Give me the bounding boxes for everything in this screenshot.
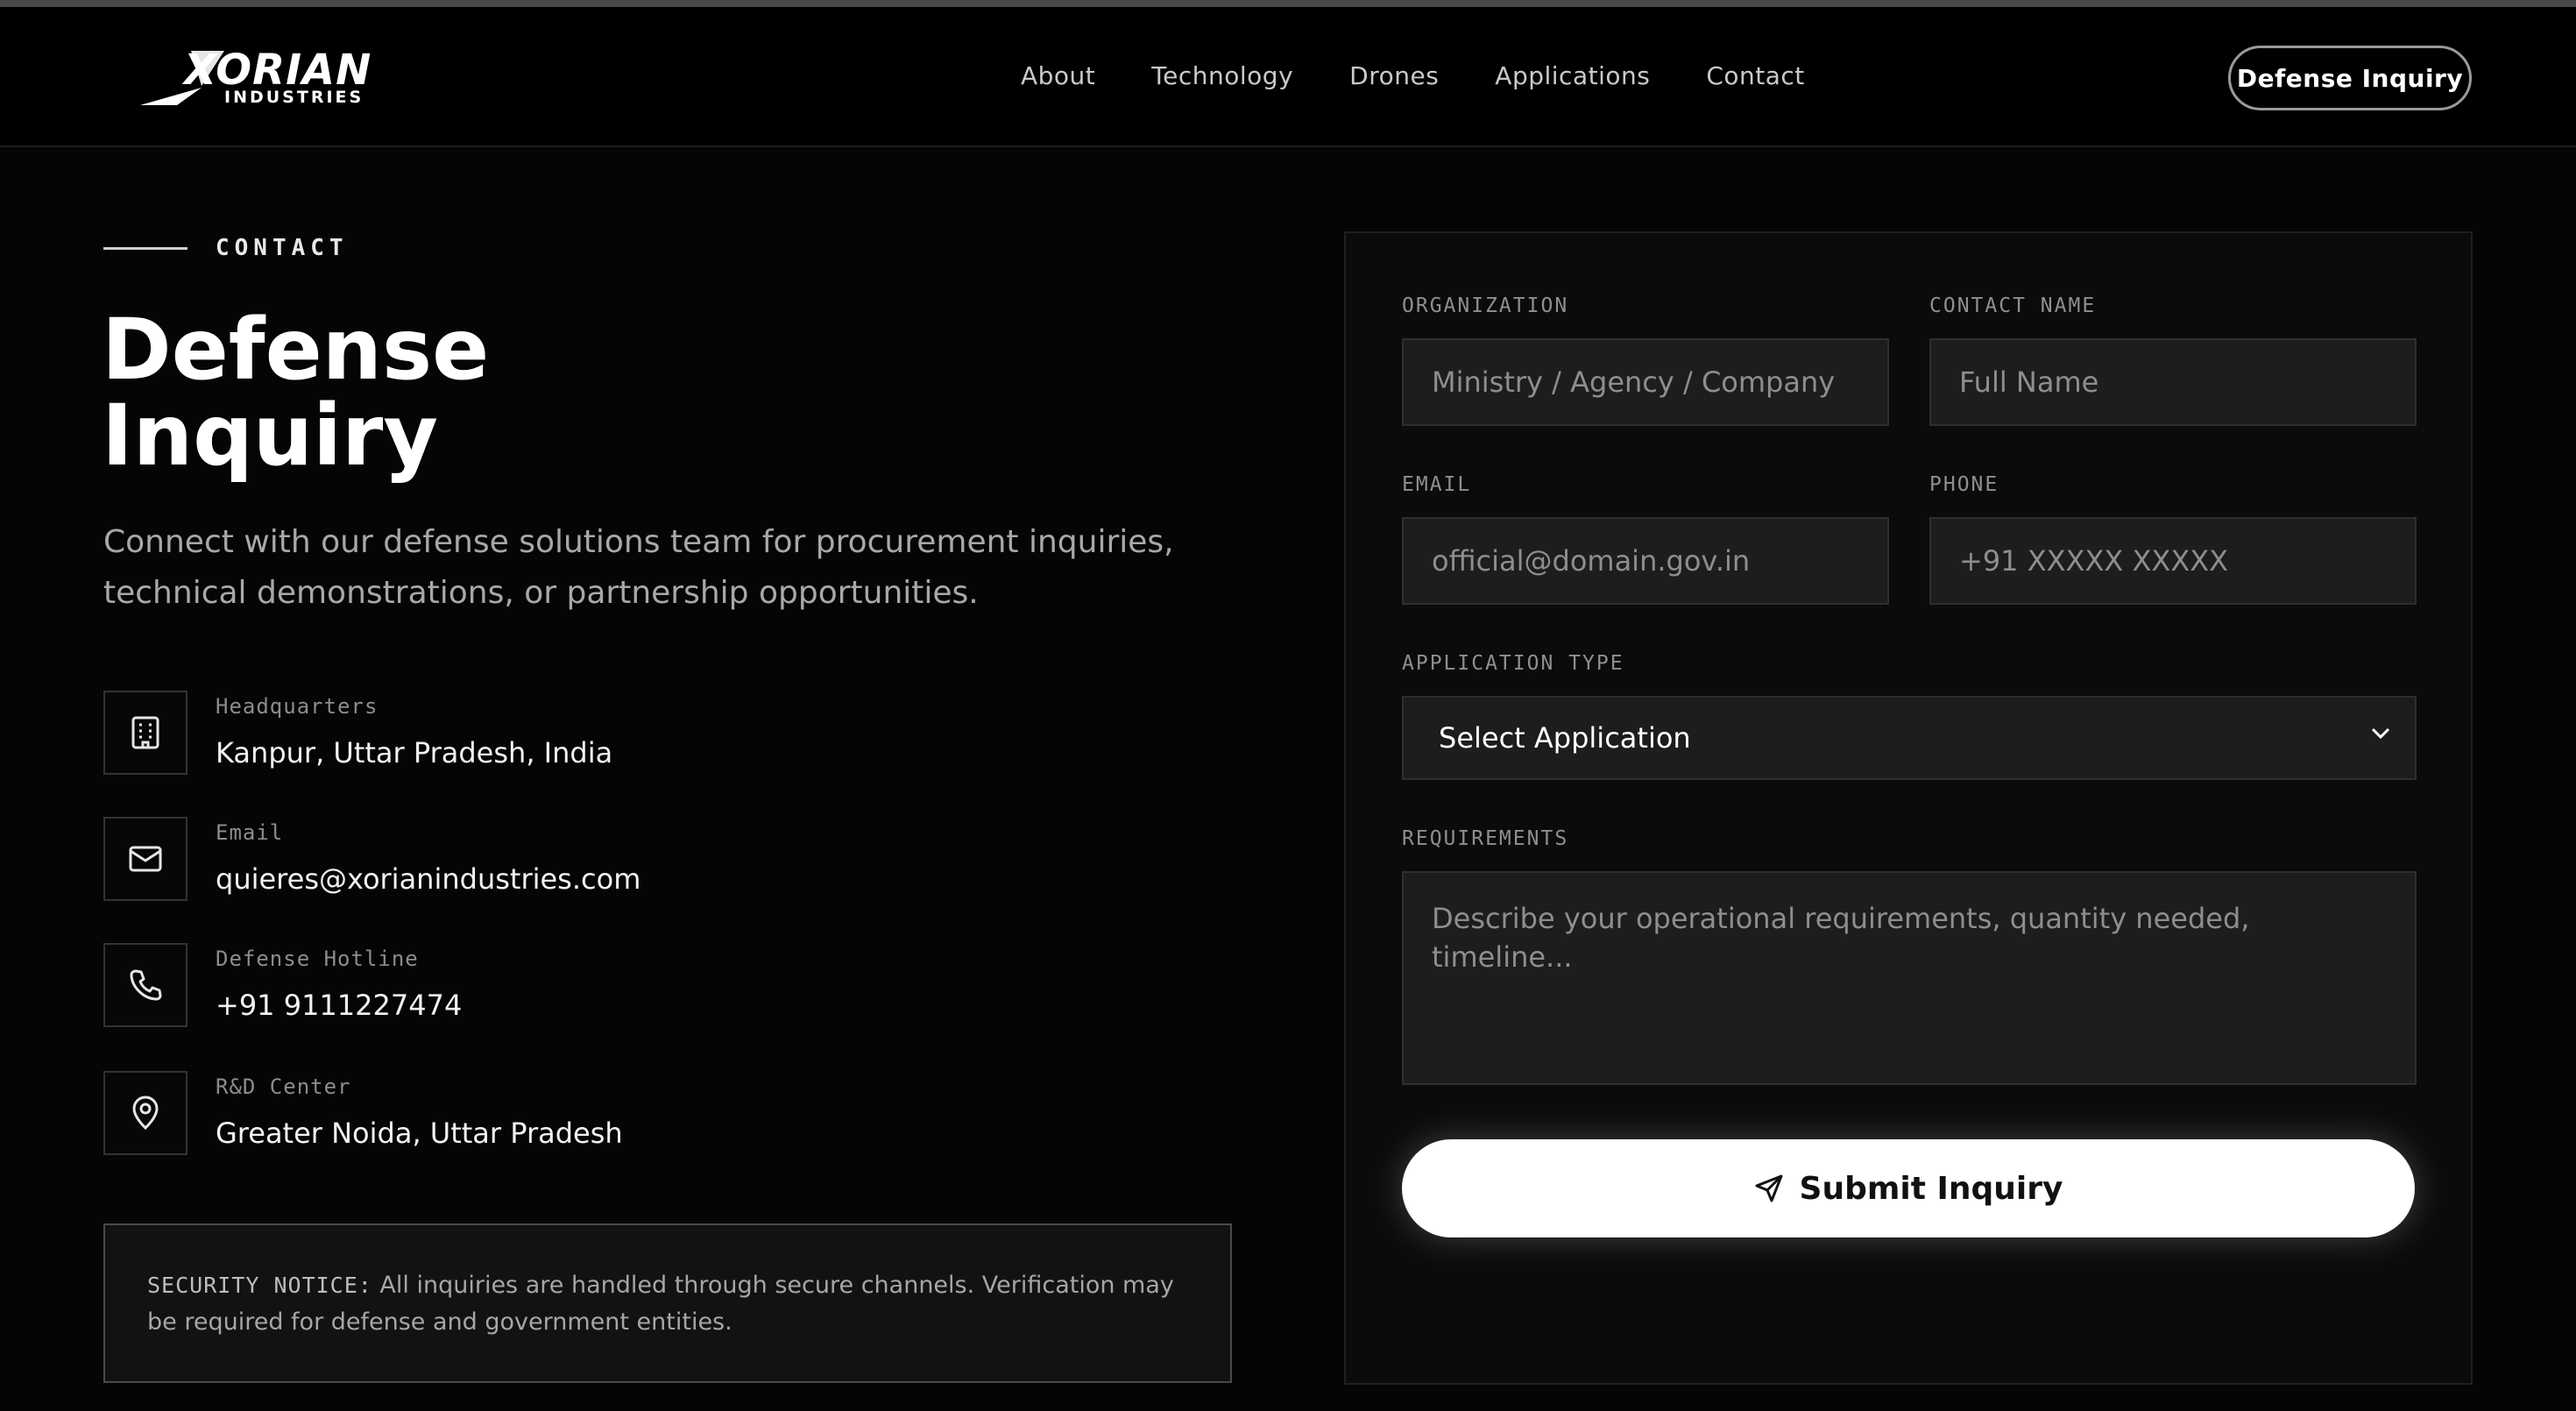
page-title-line-2: Inquiry bbox=[102, 386, 438, 485]
nav-link-contact[interactable]: Contact bbox=[1706, 61, 1804, 90]
map-pin-icon bbox=[103, 1071, 188, 1155]
application-type-select[interactable]: Select Application bbox=[1402, 696, 2417, 780]
info-value-rnd-center: Greater Noida, Uttar Pradesh bbox=[216, 1117, 623, 1150]
info-hotline: Defense Hotline +91 9111227474 bbox=[103, 943, 892, 1029]
email-label: EMAIL bbox=[1402, 473, 1472, 496]
requirements-label: REQUIREMENTS bbox=[1402, 827, 1569, 850]
xorian-logo[interactable]: XORIAN INDUSTRIES bbox=[140, 42, 386, 112]
top-navigation: XORIAN INDUSTRIES About Technology Drone… bbox=[0, 7, 2576, 147]
send-icon bbox=[1754, 1173, 1784, 1203]
page-description: Connect with our defense solutions team … bbox=[103, 524, 1174, 611]
organization-label: ORGANIZATION bbox=[1402, 294, 1569, 317]
eyebrow-label: CONTACT bbox=[216, 235, 349, 261]
phone-input[interactable] bbox=[1929, 517, 2417, 605]
application-type-label: APPLICATION TYPE bbox=[1402, 652, 1624, 675]
requirements-textarea[interactable] bbox=[1402, 871, 2417, 1085]
info-email: Email quieres@xorianindustries.com bbox=[103, 817, 892, 903]
chevron-down-icon bbox=[2371, 727, 2390, 740]
inquiry-form: ORGANIZATION CONTACT NAME EMAIL PHONE AP… bbox=[1344, 231, 2473, 1385]
phone-icon bbox=[103, 943, 188, 1027]
logo-subtitle: INDUSTRIES bbox=[224, 88, 364, 107]
info-label-headquarters: Headquarters bbox=[216, 694, 379, 719]
nav-link-about[interactable]: About bbox=[1021, 61, 1095, 90]
nav-link-drones[interactable]: Drones bbox=[1349, 61, 1439, 90]
info-value-email[interactable]: quieres@xorianindustries.com bbox=[216, 862, 640, 896]
email-input[interactable] bbox=[1402, 517, 1889, 605]
building-icon bbox=[103, 691, 188, 775]
info-label-email: Email bbox=[216, 820, 284, 845]
info-value-hotline[interactable]: +91 9111227474 bbox=[216, 989, 462, 1022]
submit-inquiry-button[interactable]: Submit Inquiry bbox=[1402, 1139, 2415, 1237]
mail-icon bbox=[103, 817, 188, 901]
security-notice: SECURITY NOTICE: All inquiries are handl… bbox=[103, 1223, 1232, 1383]
security-notice-tag: SECURITY NOTICE: bbox=[147, 1273, 372, 1298]
application-type-selected-value: Select Application bbox=[1439, 721, 1691, 755]
organization-input[interactable] bbox=[1402, 338, 1889, 426]
page-title: Defense Inquiry bbox=[102, 307, 715, 479]
info-label-rnd-center: R&D Center bbox=[216, 1074, 351, 1099]
nav-links: About Technology Drones Applications Con… bbox=[1021, 61, 1861, 90]
info-label-hotline: Defense Hotline bbox=[216, 947, 419, 971]
info-rnd-center: R&D Center Greater Noida, Uttar Pradesh bbox=[103, 1071, 892, 1157]
section-eyebrow: CONTACT bbox=[103, 235, 349, 261]
phone-label: PHONE bbox=[1929, 473, 1999, 496]
eyebrow-divider bbox=[103, 246, 188, 250]
defense-inquiry-button[interactable]: Defense Inquiry bbox=[2228, 46, 2472, 110]
contact-name-label: CONTACT NAME bbox=[1929, 294, 2097, 317]
info-value-headquarters: Kanpur, Uttar Pradesh, India bbox=[216, 736, 613, 769]
page-title-line-1: Defense bbox=[102, 301, 490, 399]
submit-inquiry-label: Submit Inquiry bbox=[1799, 1170, 2063, 1207]
logo-wordmark: XORIAN bbox=[184, 46, 372, 95]
info-headquarters: Headquarters Kanpur, Uttar Pradesh, Indi… bbox=[103, 691, 892, 776]
contact-name-input[interactable] bbox=[1929, 338, 2417, 426]
nav-link-applications[interactable]: Applications bbox=[1495, 61, 1650, 90]
window-top-border bbox=[0, 0, 2576, 7]
nav-link-technology[interactable]: Technology bbox=[1151, 61, 1293, 90]
